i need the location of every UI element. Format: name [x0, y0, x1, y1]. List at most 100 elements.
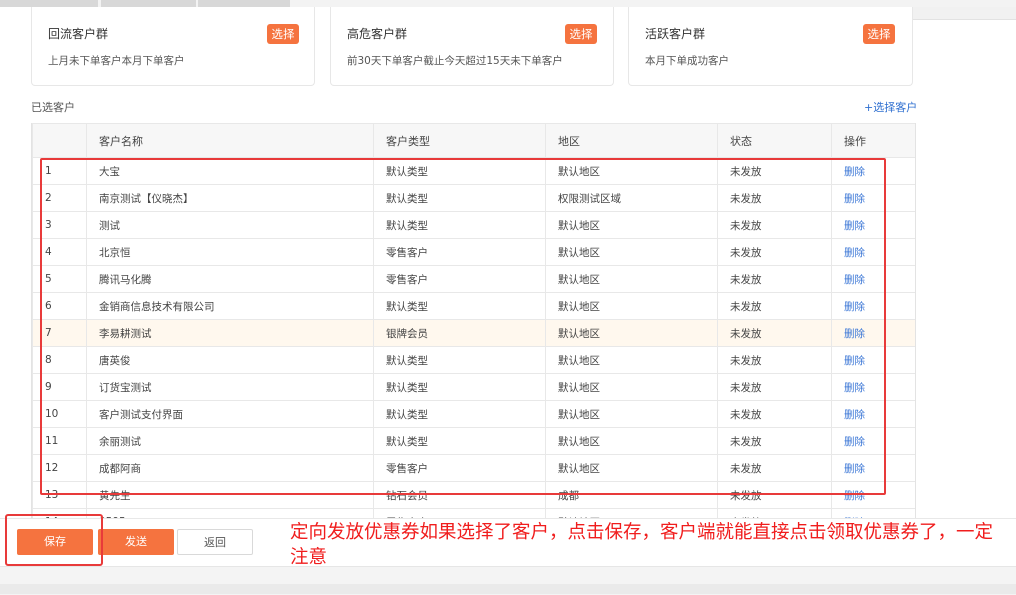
- card-high-risk-customers: 高危客户群 前30天下单客户截止今天超过15天未下单客户 选择: [330, 7, 614, 86]
- table-row: 1 大宝 默认类型 默认地区 未发放 删除: [32, 157, 915, 185]
- customer-table: 客户名称 客户类型 地区 状态 操作 1 大宝 默认类型 默认地区 未发放 删除…: [32, 123, 915, 518]
- table-row: 12 成都阿商 零售客户 默认地区 未发放 删除: [32, 454, 915, 482]
- save-button[interactable]: 保存: [17, 529, 93, 555]
- region: 默认地区: [545, 427, 718, 455]
- table-row: 8 唐英俊 默认类型 默认地区 未发放 删除: [32, 346, 915, 374]
- top-tab[interactable]: [101, 0, 196, 7]
- selected-customers-label: 已选客户: [31, 101, 75, 114]
- customer-name: 余丽测试: [86, 427, 374, 455]
- header-customer-name: 客户名称: [86, 123, 374, 158]
- status: 未发放: [717, 346, 832, 374]
- status: 未发放: [717, 265, 832, 293]
- header-index: [32, 123, 87, 158]
- customer-name: 黄先生: [86, 481, 374, 509]
- header-status: 状态: [717, 123, 832, 158]
- region: 权限测试区域: [545, 184, 718, 212]
- delete-link[interactable]: 删除: [831, 508, 915, 518]
- customer-name: 金销商信息技术有限公司: [86, 292, 374, 320]
- delete-link[interactable]: 删除: [831, 211, 915, 239]
- delete-link[interactable]: 删除: [831, 184, 915, 212]
- status: 未发放: [717, 508, 832, 518]
- customer-type: 钻石会员: [373, 481, 546, 509]
- table-row: 4 北京恒 零售客户 默认地区 未发放 删除: [32, 238, 915, 266]
- card-active-customers: 活跃客户群 本月下单成功客户 选择: [628, 7, 913, 86]
- delete-link[interactable]: 删除: [831, 373, 915, 401]
- back-button[interactable]: 返回: [177, 529, 253, 555]
- status: 未发放: [717, 427, 832, 455]
- customer-table-container: 客户名称 客户类型 地区 状态 操作 1 大宝 默认类型 默认地区 未发放 删除…: [31, 123, 916, 518]
- status: 未发放: [717, 157, 832, 185]
- delete-link[interactable]: 删除: [831, 238, 915, 266]
- region: 默认地区: [545, 238, 718, 266]
- delete-link[interactable]: 删除: [831, 400, 915, 428]
- row-index: 4: [32, 238, 87, 266]
- status: 未发放: [717, 373, 832, 401]
- customer-name: 北京恒: [86, 238, 374, 266]
- row-index: 3: [32, 211, 87, 239]
- row-index: 5: [32, 265, 87, 293]
- delete-link[interactable]: 删除: [831, 346, 915, 374]
- row-index: 9: [32, 373, 87, 401]
- customer-type: 零售客户: [373, 265, 546, 293]
- send-button[interactable]: 发送: [98, 529, 174, 555]
- status: 未发放: [717, 481, 832, 509]
- add-customer-link[interactable]: +选择客户: [864, 99, 917, 115]
- customer-type: 默认类型: [373, 184, 546, 212]
- customer-type: 默认类型: [373, 292, 546, 320]
- customer-type: 默认类型: [373, 400, 546, 428]
- table-row: 11 余丽测试 默认类型 默认地区 未发放 删除: [32, 427, 915, 455]
- table-row: 2 南京测试【仪晓杰】 默认类型 权限测试区域 未发放 删除: [32, 184, 915, 212]
- card-description: 前30天下单客户截止今天超过15天未下单客户: [347, 55, 563, 67]
- bottom-scrollbar[interactable]: [0, 584, 1016, 594]
- delete-link[interactable]: 删除: [831, 319, 915, 347]
- top-tab[interactable]: [198, 0, 290, 7]
- customer-name: 大宝: [86, 157, 374, 185]
- customer-type: 默认类型: [373, 157, 546, 185]
- top-tab-bar: [0, 0, 1016, 7]
- delete-link[interactable]: 删除: [831, 481, 915, 509]
- customer-type: 零售客户: [373, 508, 546, 518]
- delete-link[interactable]: 删除: [831, 427, 915, 455]
- customer-name: 李易耕测试: [86, 319, 374, 347]
- card-description: 本月下单成功客户: [645, 55, 729, 67]
- row-index: 8: [32, 346, 87, 374]
- status: 未发放: [717, 454, 832, 482]
- select-button[interactable]: 选择: [565, 24, 597, 44]
- region: 默认地区: [545, 400, 718, 428]
- customer-type: 零售客户: [373, 454, 546, 482]
- customer-name: 订货宝测试: [86, 373, 374, 401]
- region: 默认地区: [545, 157, 718, 185]
- table-row: 6 金销商信息技术有限公司 默认类型 默认地区 未发放 删除: [32, 292, 915, 320]
- delete-link[interactable]: 删除: [831, 292, 915, 320]
- status: 未发放: [717, 292, 832, 320]
- region: 默认地区: [545, 211, 718, 239]
- customer-name: 腾讯马化腾: [86, 265, 374, 293]
- card-title: 活跃客户群: [645, 27, 706, 41]
- header-customer-type: 客户类型: [373, 123, 546, 158]
- region: 默认地区: [545, 346, 718, 374]
- row-index: 6: [32, 292, 87, 320]
- customer-type: 默认类型: [373, 211, 546, 239]
- select-button[interactable]: 选择: [863, 24, 895, 44]
- table-row: 13 黄先生 钻石会员 成都 未发放 删除: [32, 481, 915, 509]
- delete-link[interactable]: 删除: [831, 265, 915, 293]
- delete-link[interactable]: 删除: [831, 454, 915, 482]
- customer-name: 测试: [86, 211, 374, 239]
- select-button[interactable]: 选择: [267, 24, 299, 44]
- region: 默认地区: [545, 508, 718, 518]
- customer-name: 成都阿商: [86, 454, 374, 482]
- table-row: 10 客户测试支付界面 默认类型 默认地区 未发放 删除: [32, 400, 915, 428]
- row-index: 10: [32, 400, 87, 428]
- customer-type: 默认类型: [373, 373, 546, 401]
- customer-type: 默认类型: [373, 346, 546, 374]
- row-index: 11: [32, 427, 87, 455]
- card-title: 回流客户群: [48, 27, 109, 41]
- region: 默认地区: [545, 373, 718, 401]
- delete-link[interactable]: 删除: [831, 157, 915, 185]
- customer-name: 唐英俊: [86, 346, 374, 374]
- header-actions: 操作: [831, 123, 915, 158]
- status: 未发放: [717, 238, 832, 266]
- status: 未发放: [717, 319, 832, 347]
- row-index: 14: [32, 508, 87, 518]
- top-tab[interactable]: [0, 0, 98, 7]
